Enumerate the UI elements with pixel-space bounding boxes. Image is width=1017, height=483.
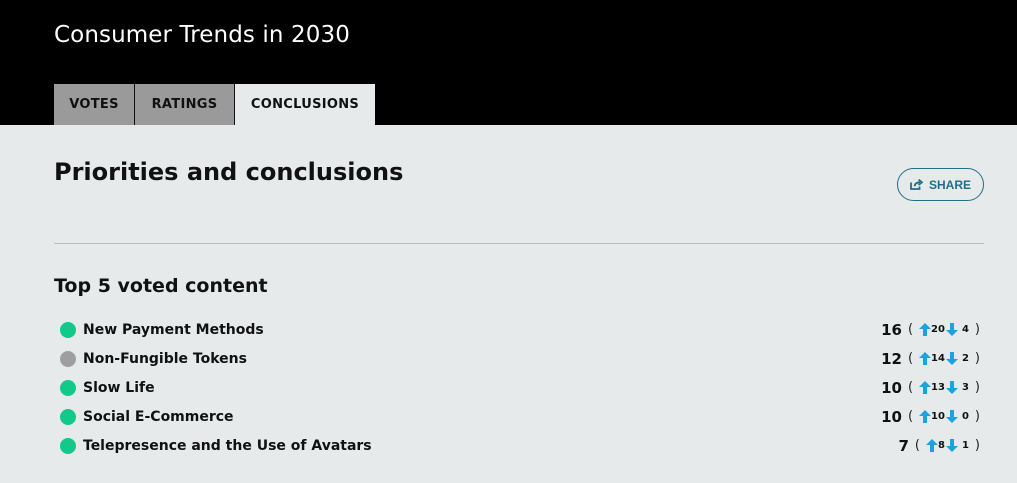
top-bar: Consumer Trends in 2030 VOTES RATINGS CO…	[0, 0, 1017, 125]
main-content: Priorities and conclusions SHARE Top 5 v…	[0, 125, 1017, 483]
status-dot	[60, 379, 76, 396]
total-votes: 10	[881, 378, 902, 397]
vote-row: Telepresence and the Use of Avatars 7 ( …	[60, 431, 984, 460]
arrow-up-icon	[919, 323, 932, 336]
vote-list: New Payment Methods 16 ( 20 4 ) Non-Fung…	[60, 315, 984, 460]
paren-close: )	[974, 351, 980, 366]
vote-counts: 10 ( 13 3 )	[881, 373, 980, 402]
divider	[54, 243, 984, 244]
upvote-count: 13	[931, 382, 945, 393]
arrow-down-icon	[945, 352, 958, 365]
vote-counts: 16 ( 20 4 )	[881, 315, 980, 344]
total-votes: 10	[881, 407, 902, 426]
downvote-count: 0	[961, 411, 969, 422]
total-votes: 16	[881, 320, 902, 339]
vote-counts: 12 ( 14 2 )	[881, 344, 980, 373]
arrow-up-icon	[919, 410, 932, 423]
arrow-down-icon	[945, 381, 958, 394]
tab-bar: VOTES RATINGS CONCLUSIONS	[54, 84, 375, 125]
paren-open: (	[907, 380, 914, 395]
paren-open: (	[907, 351, 914, 366]
vote-row: Social E-Commerce 10 ( 10 0 )	[60, 402, 984, 431]
share-icon	[910, 179, 923, 190]
app-title: Consumer Trends in 2030	[54, 22, 350, 48]
paren-close: )	[974, 322, 980, 337]
vote-counts: 7 ( 8 1 )	[898, 431, 980, 460]
arrow-up-icon	[919, 381, 932, 394]
paren-open: (	[907, 322, 914, 337]
upvote-count: 8	[937, 440, 945, 451]
vote-row: Non-Fungible Tokens 12 ( 14 2 )	[60, 344, 984, 373]
share-label: SHARE	[928, 177, 971, 192]
upvote-count: 14	[931, 353, 945, 364]
item-label[interactable]: Slow Life	[83, 380, 155, 396]
downvote-count: 2	[961, 353, 969, 364]
downvote-count: 1	[961, 440, 969, 451]
paren-close: )	[974, 380, 980, 395]
total-votes: 7	[898, 436, 909, 455]
share-button[interactable]: SHARE	[897, 168, 984, 201]
arrow-down-icon	[945, 410, 958, 423]
item-label[interactable]: New Payment Methods	[83, 322, 264, 338]
item-label[interactable]: Social E-Commerce	[83, 409, 234, 425]
arrow-up-icon	[925, 439, 938, 452]
page-title: Priorities and conclusions	[54, 158, 404, 186]
paren-close: )	[974, 409, 980, 424]
paren-open: (	[907, 409, 914, 424]
item-label[interactable]: Non-Fungible Tokens	[83, 351, 247, 367]
tab-ratings[interactable]: RATINGS	[135, 84, 235, 125]
arrow-down-icon	[945, 439, 958, 452]
status-dot	[60, 437, 76, 454]
vote-row: New Payment Methods 16 ( 20 4 )	[60, 315, 984, 344]
paren-close: )	[974, 438, 980, 453]
downvote-count: 3	[961, 382, 969, 393]
tab-votes[interactable]: VOTES	[54, 84, 135, 125]
total-votes: 12	[881, 349, 902, 368]
status-dot	[60, 321, 76, 338]
downvote-count: 4	[961, 324, 969, 335]
status-dot	[60, 408, 76, 425]
upvote-count: 20	[931, 324, 945, 335]
item-label[interactable]: Telepresence and the Use of Avatars	[83, 438, 372, 454]
tab-conclusions[interactable]: CONCLUSIONS	[235, 84, 375, 125]
paren-open: (	[914, 438, 920, 453]
section-title: Top 5 voted content	[54, 275, 268, 297]
status-dot	[60, 350, 76, 367]
upvote-count: 10	[931, 411, 945, 422]
arrow-down-icon	[945, 323, 958, 336]
arrow-up-icon	[919, 352, 932, 365]
vote-row: Slow Life 10 ( 13 3 )	[60, 373, 984, 402]
vote-counts: 10 ( 10 0 )	[881, 402, 980, 431]
